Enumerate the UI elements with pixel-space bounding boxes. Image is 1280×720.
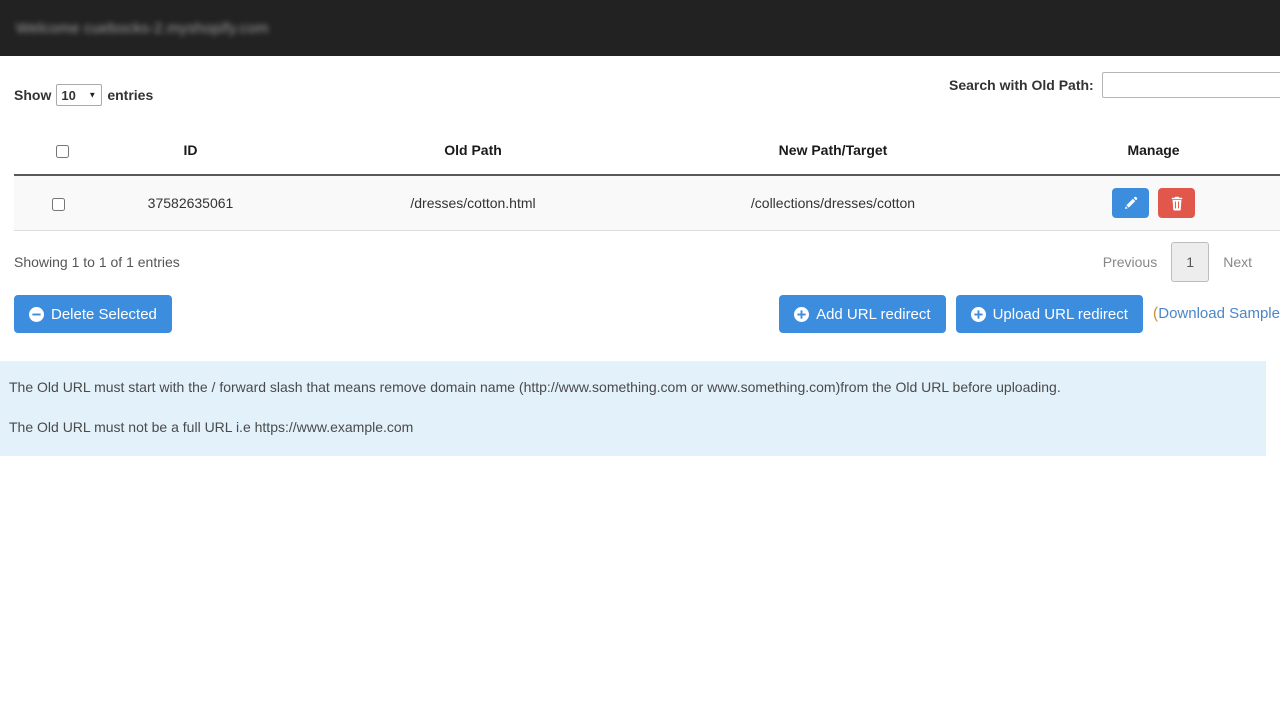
top-bar: Welcome cuebocks-2.myshopify.com — [0, 0, 1280, 56]
table-row: 37582635061 /dresses/cotton.html /collec… — [14, 175, 1280, 231]
upload-url-redirect-label: Upload URL redirect — [992, 305, 1128, 323]
upload-url-redirect-button[interactable]: Upload URL redirect — [955, 295, 1143, 333]
cell-old-path: /dresses/cotton.html — [293, 175, 653, 231]
search-input[interactable] — [1101, 72, 1280, 98]
column-header-new-path[interactable]: New Path/Target — [653, 128, 1013, 176]
minus-circle-icon — [29, 306, 44, 322]
pagination-next[interactable]: Next — [1209, 254, 1266, 270]
column-header-manage: Manage — [1013, 128, 1280, 176]
table-info-row: Showing 1 to 1 of 1 entries Previous 1 N… — [14, 242, 1266, 282]
plus-circle-icon — [970, 306, 986, 322]
download-sample-group: (Download Sample — [1153, 305, 1280, 323]
pagination: Previous 1 Next — [1089, 242, 1266, 282]
edit-row-button[interactable] — [1111, 188, 1149, 218]
cell-id: 37582635061 — [88, 175, 293, 231]
pagination-page-1[interactable]: 1 — [1171, 242, 1210, 282]
download-sample-link[interactable]: Download Sample — [1158, 305, 1280, 322]
add-url-redirect-button[interactable]: Add URL redirect — [779, 295, 946, 333]
entries-label: entries — [107, 87, 154, 103]
column-header-select — [14, 128, 88, 176]
table-body: 37582635061 /dresses/cotton.html /collec… — [14, 175, 1280, 231]
right-action-buttons: Add URL redirect Upload URL redirect (Do… — [779, 295, 1280, 333]
show-label: Show — [14, 87, 52, 103]
plus-circle-icon — [794, 306, 810, 322]
action-buttons-row: Delete Selected Add URL redirect Upload … — [14, 295, 1280, 341]
column-header-id[interactable]: ID — [88, 128, 293, 176]
cell-manage — [1013, 175, 1280, 231]
welcome-title: Welcome cuebocks-2.myshopify.com — [16, 19, 269, 37]
search-label: Search with Old Path: — [949, 77, 1094, 93]
page-content: Show 10 ▼ entries Search with Old Path: … — [0, 56, 1280, 341]
delete-row-button[interactable] — [1158, 188, 1196, 218]
row-select-checkbox[interactable] — [51, 197, 65, 211]
page-length-select[interactable]: 10 — [56, 84, 103, 106]
row-select-cell — [14, 175, 88, 231]
table-head: ID Old Path New Path/Target Manage — [14, 128, 1280, 176]
delete-selected-button[interactable]: Delete Selected — [14, 295, 172, 333]
url-redirect-table: ID Old Path New Path/Target Manage 37582… — [14, 128, 1280, 231]
delete-selected-label: Delete Selected — [51, 305, 157, 323]
alert-line-1: The Old URL must start with the / forwar… — [9, 379, 1061, 395]
search-control: Search with Old Path: — [949, 72, 1280, 98]
instructions-alert: The Old URL must start with the / forwar… — [0, 361, 1266, 457]
alert-line-2: The Old URL must not be a full URL i.e h… — [9, 418, 414, 435]
page-length-select-wrap: 10 ▼ — [56, 84, 103, 106]
pencil-icon — [1123, 196, 1138, 211]
add-url-redirect-label: Add URL redirect — [816, 305, 931, 323]
cell-new-path: /collections/dresses/cotton — [653, 175, 1013, 231]
pagination-previous[interactable]: Previous — [1089, 254, 1171, 270]
select-all-checkbox[interactable] — [55, 144, 69, 158]
table-header-row: ID Old Path New Path/Target Manage — [14, 128, 1280, 176]
column-header-old-path[interactable]: Old Path — [293, 128, 653, 176]
trash-icon — [1170, 196, 1184, 211]
page-length-control: Show 10 ▼ entries — [14, 84, 153, 106]
table-controls: Show 10 ▼ entries Search with Old Path: — [14, 56, 1280, 120]
showing-entries-text: Showing 1 to 1 of 1 entries — [14, 254, 180, 270]
